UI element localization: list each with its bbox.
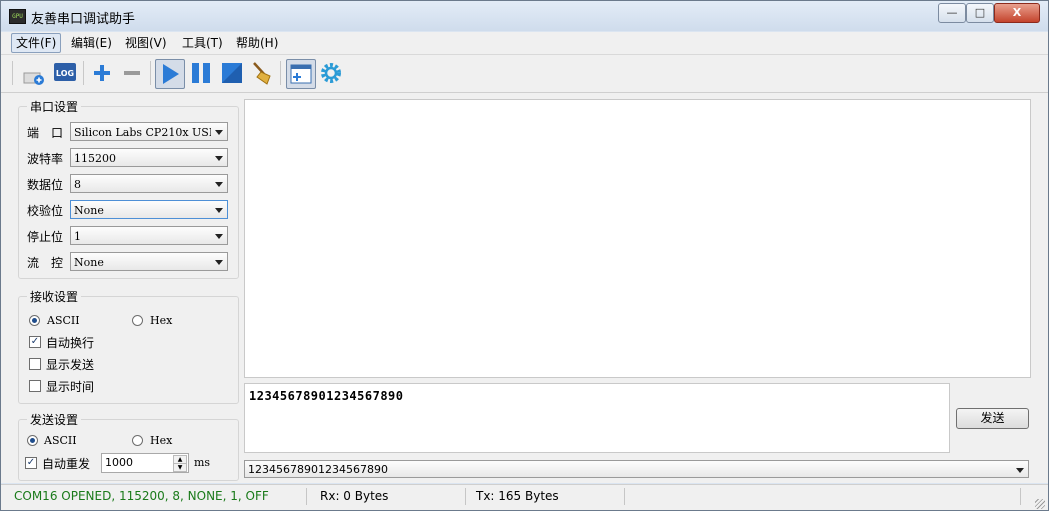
main-content: 串口设置 端 口 Silicon Labs CP210x USB 波特率 115… xyxy=(1,93,1048,483)
send-ascii-radio[interactable] xyxy=(27,435,38,446)
show-send-label: 显示发送 xyxy=(46,356,94,373)
parity-value: None xyxy=(74,201,211,219)
receive-ascii-label: ASCII xyxy=(47,314,80,327)
title-bar: GPU 友善串口调试助手 — □ X xyxy=(1,1,1048,31)
menu-bar: 文件(F) 编辑(E) 视图(V) 工具(T) 帮助(H) xyxy=(1,32,1048,55)
baud-label: 波特率 xyxy=(27,150,63,167)
send-input-text: 12345678901234567890 xyxy=(249,389,404,403)
send-button[interactable]: 发送 xyxy=(956,408,1029,429)
send-hex-radio[interactable] xyxy=(132,435,143,446)
status-divider xyxy=(624,488,625,505)
play-icon[interactable] xyxy=(155,59,185,89)
window-title: 友善串口调试助手 xyxy=(31,8,135,27)
toolbar-separator xyxy=(280,61,281,85)
log-icon[interactable]: LOG xyxy=(51,59,79,87)
stop-icon[interactable] xyxy=(218,59,246,87)
show-time-label: 显示时间 xyxy=(46,378,94,395)
resize-grip-icon[interactable] xyxy=(1035,499,1045,509)
chevron-down-icon xyxy=(215,234,223,239)
rx-count-text: Rx: 0 Bytes xyxy=(320,489,388,503)
send-settings-title: 发送设置 xyxy=(27,411,81,428)
status-divider xyxy=(465,488,466,505)
baud-select[interactable]: 115200 xyxy=(70,148,228,167)
toolbar-separator xyxy=(150,61,151,85)
status-divider xyxy=(306,488,307,505)
flow-control-value: None xyxy=(74,253,211,271)
baud-value: 115200 xyxy=(74,149,211,167)
toolbar: LOG xyxy=(1,55,1048,93)
data-bits-select[interactable]: 8 xyxy=(70,174,228,193)
send-settings-group: 发送设置 ASCII Hex ✓ 自动重发 1000 ▲ ▼ ms xyxy=(18,419,239,481)
menu-help[interactable]: 帮助(H) xyxy=(232,34,282,52)
chevron-down-icon xyxy=(215,260,223,265)
minimize-button[interactable]: — xyxy=(938,3,966,23)
tx-count-text: Tx: 165 Bytes xyxy=(476,489,559,503)
app-icon: GPU xyxy=(9,9,26,24)
flow-control-label: 流 控 xyxy=(27,254,63,271)
maximize-button[interactable]: □ xyxy=(966,3,994,23)
port-status-text: COM16 OPENED, 115200, 8, NONE, 1, OFF xyxy=(14,489,269,503)
receive-hex-radio[interactable] xyxy=(132,315,143,326)
menu-edit[interactable]: 编辑(E) xyxy=(67,34,116,52)
receive-ascii-radio[interactable] xyxy=(29,315,40,326)
add-icon[interactable] xyxy=(88,59,116,87)
receive-hex-label: Hex xyxy=(150,314,172,327)
stop-bits-label: 停止位 xyxy=(27,228,63,245)
receive-text-area[interactable] xyxy=(244,99,1031,378)
decrement-arrow-icon[interactable]: ▼ xyxy=(173,463,187,472)
send-hex-label: Hex xyxy=(150,434,172,447)
send-history-select[interactable]: 12345678901234567890 xyxy=(244,460,1029,478)
data-bits-label: 数据位 xyxy=(27,176,63,193)
auto-resend-checkbox[interactable]: ✓ xyxy=(25,457,37,469)
parity-select[interactable]: None xyxy=(70,200,228,219)
port-value: Silicon Labs CP210x USB xyxy=(74,123,211,141)
chevron-down-icon xyxy=(215,182,223,187)
serial-settings-group: 串口设置 端 口 Silicon Labs CP210x USB 波特率 115… xyxy=(18,106,239,279)
resend-interval-value: 1000 xyxy=(105,456,133,469)
port-select[interactable]: Silicon Labs CP210x USB xyxy=(70,122,228,141)
data-bits-value: 8 xyxy=(74,175,211,193)
send-ascii-label: ASCII xyxy=(44,434,77,447)
resend-interval-stepper[interactable]: 1000 ▲ ▼ xyxy=(101,453,189,473)
stop-bits-select[interactable]: 1 xyxy=(70,226,228,245)
port-label: 端 口 xyxy=(27,124,63,141)
send-input[interactable]: 12345678901234567890 xyxy=(244,383,950,453)
menu-file[interactable]: 文件(F) xyxy=(11,33,61,53)
menu-view[interactable]: 视图(V) xyxy=(121,34,171,52)
chevron-down-icon xyxy=(215,156,223,161)
receive-settings-title: 接收设置 xyxy=(27,288,81,305)
app-window: GPU 友善串口调试助手 — □ X 文件(F) 编辑(E) 视图(V) 工具(… xyxy=(0,0,1049,511)
show-time-checkbox[interactable] xyxy=(29,380,41,392)
chevron-down-icon xyxy=(1016,468,1024,473)
status-divider xyxy=(1020,488,1021,505)
log-label: LOG xyxy=(56,69,74,78)
receive-settings-group: 接收设置 ASCII Hex ✓ 自动换行 显示发送 显示时间 xyxy=(18,296,239,404)
show-send-checkbox[interactable] xyxy=(29,358,41,370)
auto-resend-label: 自动重发 xyxy=(42,455,90,472)
chevron-down-icon xyxy=(215,130,223,135)
remove-icon[interactable] xyxy=(118,59,146,87)
auto-newline-checkbox[interactable]: ✓ xyxy=(29,336,41,348)
broom-clear-icon[interactable] xyxy=(249,59,277,87)
status-bar: COM16 OPENED, 115200, 8, NONE, 1, OFF Rx… xyxy=(1,484,1048,511)
menu-tools[interactable]: 工具(T) xyxy=(178,34,227,52)
window-layout-icon[interactable] xyxy=(286,59,316,89)
close-button[interactable]: X xyxy=(994,3,1040,23)
chevron-down-icon xyxy=(215,208,223,213)
toolbar-separator xyxy=(83,61,84,85)
interval-unit-label: ms xyxy=(194,456,210,469)
new-file-icon[interactable] xyxy=(20,59,48,87)
parity-label: 校验位 xyxy=(27,202,63,219)
gear-icon[interactable] xyxy=(317,59,345,87)
flow-control-select[interactable]: None xyxy=(70,252,228,271)
toolbar-grip xyxy=(12,61,13,85)
pause-icon[interactable] xyxy=(187,59,215,87)
serial-settings-title: 串口设置 xyxy=(27,98,81,115)
stop-bits-value: 1 xyxy=(74,227,211,245)
send-history-value: 12345678901234567890 xyxy=(248,461,1012,478)
auto-newline-label: 自动换行 xyxy=(46,334,94,351)
